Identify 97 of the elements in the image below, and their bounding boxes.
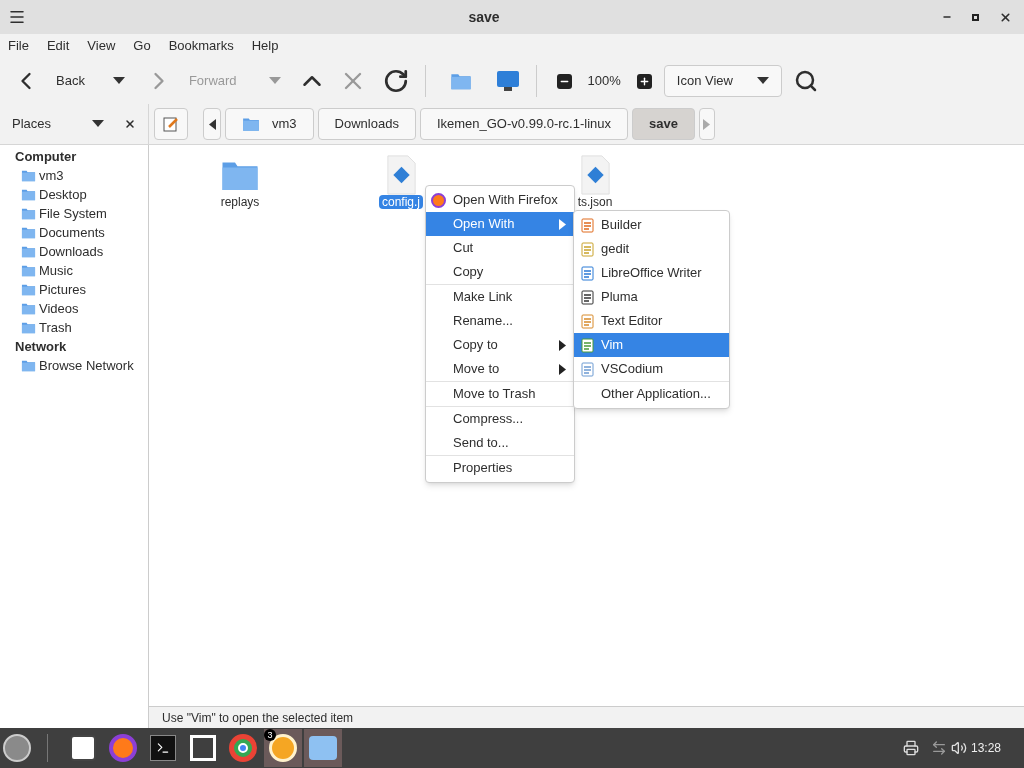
clock[interactable]: 13:28: [970, 739, 1001, 757]
folder-icon: [21, 225, 36, 240]
sidebar-item[interactable]: Videos: [0, 299, 148, 318]
menu-item[interactable]: Copy to: [426, 333, 574, 357]
path-button[interactable]: Downloads: [317, 108, 416, 140]
right-arrow-icon: [559, 363, 566, 375]
caret-icon: [112, 77, 125, 85]
menu-item[interactable]: Pluma: [574, 285, 729, 309]
caret-icon: [92, 120, 104, 128]
sidebar-item[interactable]: Downloads: [0, 242, 148, 261]
scroll-left-button[interactable]: [203, 108, 221, 140]
section-heading: Network: [14, 338, 68, 356]
view-select[interactable]: Icon View: [663, 65, 782, 97]
zoom-level: 100%: [587, 72, 621, 91]
maximize-icon[interactable]: [972, 13, 979, 21]
menu-item[interactable]: Builder: [574, 213, 729, 237]
folder-icon: [21, 206, 36, 221]
right-arrow-icon: [559, 339, 566, 351]
sidebar-item[interactable]: vm3: [0, 166, 148, 185]
menu-item[interactable]: Move to Trash: [426, 382, 574, 406]
file-name[interactable]: config.j: [379, 195, 423, 209]
back-button[interactable]: Back: [12, 67, 85, 95]
folder-icon: [21, 358, 36, 373]
zoom-in-icon[interactable]: [636, 73, 652, 89]
menu-item[interactable]: Go: [133, 36, 151, 56]
monitor-icon[interactable]: [495, 70, 520, 92]
menu-item[interactable]: Cut: [426, 236, 574, 260]
sidebar-item[interactable]: Music: [0, 261, 148, 280]
folder-icon: [21, 244, 36, 259]
folder-icon: [21, 282, 36, 297]
folder-icon: [21, 168, 36, 183]
left-arrow-icon: [208, 118, 216, 130]
terminal-icon: [150, 735, 176, 761]
sidebar-item[interactable]: Browse Network: [0, 356, 148, 375]
path-button[interactable]: Ikemen_GO-v0.99.0-rc.1-linux: [419, 108, 628, 140]
sidebar-item[interactable]: Trash: [0, 318, 148, 337]
launcher-icon[interactable]: [3, 734, 31, 762]
menu-item[interactable]: Move to: [426, 357, 574, 381]
zoom-out-icon[interactable]: [556, 73, 572, 89]
network-icon[interactable]: [930, 740, 947, 756]
search-icon[interactable]: [793, 69, 818, 93]
menu-item[interactable]: Bookmarks: [168, 36, 234, 56]
menu-item[interactable]: Make Link: [426, 285, 574, 309]
sidebar-item[interactable]: File System: [0, 204, 148, 223]
caret-icon: [268, 77, 281, 85]
file-name[interactable]: replays: [217, 195, 263, 209]
close-icon[interactable]: [999, 10, 1012, 24]
reload-icon[interactable]: [382, 68, 409, 94]
section-heading: Computer: [14, 148, 78, 166]
menu-item[interactable]: Edit: [46, 36, 70, 56]
folder-icon: [21, 301, 36, 316]
menu-item[interactable]: Help: [251, 36, 279, 56]
menu-icon[interactable]: [8, 8, 26, 26]
badge: 3: [264, 729, 276, 741]
menu-item[interactable]: File: [8, 36, 29, 56]
file-name[interactable]: ts.json: [574, 195, 616, 209]
menu-item[interactable]: Copy: [426, 260, 574, 284]
menu-item[interactable]: LibreOffice Writer: [574, 261, 729, 285]
menu-item[interactable]: Vim: [574, 333, 729, 357]
sidebar-item[interactable]: Pictures: [0, 280, 148, 299]
right-arrow-icon: [703, 118, 711, 130]
printer-icon[interactable]: [902, 740, 919, 756]
menu-item[interactable]: gedit: [574, 237, 729, 261]
sidebar-title: Places: [12, 115, 53, 134]
right-arrow-icon: [559, 218, 566, 230]
folder-icon: [21, 320, 36, 335]
edit-path-button[interactable]: [154, 108, 188, 140]
menu-item[interactable]: Open With Firefox: [426, 188, 574, 212]
menu-item[interactable]: View: [87, 36, 116, 56]
menu-item[interactable]: Compress...: [426, 407, 574, 431]
taskbar-app[interactable]: 3: [264, 729, 302, 767]
document-icon: [580, 265, 595, 281]
menu-item[interactable]: Text Editor: [574, 309, 729, 333]
path-button[interactable]: vm3: [225, 108, 314, 140]
sidebar-item[interactable]: Documents: [0, 223, 148, 242]
status-bar: Use "Vim" to open the selected item: [149, 706, 1024, 728]
menu-item[interactable]: Properties: [426, 456, 574, 480]
app-icon: [269, 734, 297, 762]
frame-icon: [190, 735, 216, 761]
folder-icon: [21, 263, 36, 278]
notepad-icon: [580, 289, 595, 305]
folder-icon: [309, 736, 337, 760]
menu-item[interactable]: Send to...: [426, 431, 574, 455]
caret-icon: [756, 77, 769, 85]
home-folder-icon: [242, 115, 260, 133]
menu-item[interactable]: Other Application...: [574, 382, 729, 406]
file-icon: [385, 155, 417, 195]
menu-item[interactable]: VSCodium: [574, 357, 729, 381]
path-button[interactable]: save: [632, 108, 695, 140]
file-icon: [579, 155, 611, 195]
volume-icon[interactable]: [950, 740, 967, 756]
menu-item[interactable]: Open With: [426, 212, 574, 236]
sidebar-item[interactable]: Desktop: [0, 185, 148, 204]
menu-item[interactable]: Rename...: [426, 309, 574, 333]
close-icon[interactable]: [124, 118, 136, 130]
window-title: save: [467, 7, 501, 27]
folder-icon: [21, 187, 36, 202]
